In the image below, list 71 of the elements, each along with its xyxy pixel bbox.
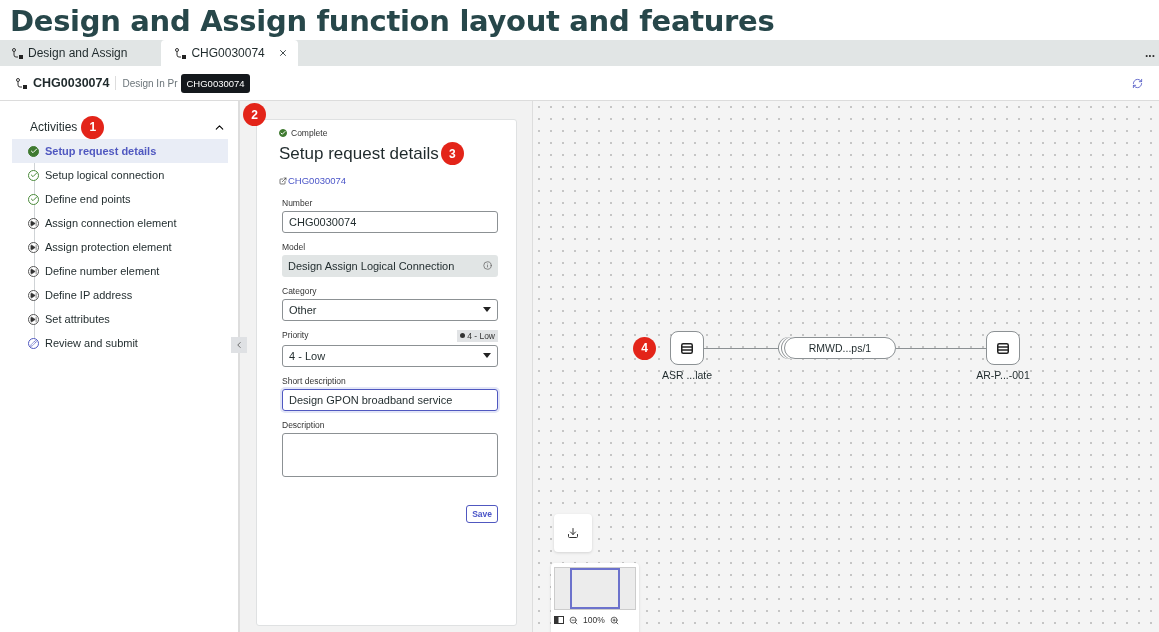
field-label: Category xyxy=(282,285,317,296)
refresh-icon[interactable] xyxy=(1132,77,1143,89)
external-link-icon xyxy=(279,176,287,185)
close-icon[interactable] xyxy=(277,48,288,58)
field-label: Short description xyxy=(282,375,346,386)
connection-icon xyxy=(16,77,27,89)
activity-item[interactable]: Review and submit xyxy=(12,331,228,355)
zoom-level: 100% xyxy=(583,615,605,625)
form-title: Setup request details xyxy=(279,143,439,164)
device-node[interactable] xyxy=(986,331,1020,365)
overflow-menu[interactable]: ... xyxy=(1145,46,1159,60)
skip-icon xyxy=(28,217,39,229)
zoom-out-icon[interactable] xyxy=(569,615,578,625)
tab[interactable]: CHG0030074 xyxy=(161,40,298,66)
activity-item[interactable]: Setup request details xyxy=(12,139,228,163)
skip-icon xyxy=(28,313,39,325)
tooltip: CHG0030074 xyxy=(181,73,250,93)
field-label: Priority xyxy=(282,329,309,342)
dropdown-caret-icon xyxy=(483,307,491,312)
field-label: Description xyxy=(282,419,325,430)
pencil-icon xyxy=(28,337,39,349)
check-icon xyxy=(28,193,39,205)
callout-badge: 3 xyxy=(440,142,464,165)
skip-icon xyxy=(28,241,39,253)
panel-toggle-icon[interactable] xyxy=(554,616,564,624)
connection-icon xyxy=(12,47,23,59)
activities-title: Activities xyxy=(30,120,78,134)
select-field[interactable]: Other xyxy=(282,298,498,321)
node-label: ASR ...late xyxy=(661,369,713,381)
record-number: CHG0030074 xyxy=(33,76,117,90)
chevron-left-icon xyxy=(234,340,244,350)
server-icon xyxy=(681,342,693,354)
node-label: AR-P...-001 xyxy=(976,369,1030,381)
text-field[interactable]: CHG0030074 xyxy=(282,210,498,233)
priority-tag: 4 - Low xyxy=(457,329,498,342)
download-icon xyxy=(567,527,579,539)
skip-icon xyxy=(28,265,39,277)
field-label: Number xyxy=(282,197,313,208)
callout-badge: 4 xyxy=(633,336,656,360)
callout-badge: 1 xyxy=(81,115,105,139)
save-button[interactable]: Save xyxy=(466,504,498,523)
connection-icon xyxy=(175,47,187,59)
dropdown-caret-icon xyxy=(483,353,491,358)
device-node[interactable] xyxy=(670,331,704,365)
status-text: Complete xyxy=(291,128,328,138)
info-icon[interactable] xyxy=(483,261,492,270)
download-button[interactable] xyxy=(554,514,592,552)
activity-item[interactable]: Set attributes xyxy=(12,307,228,331)
skip-icon xyxy=(28,289,39,301)
check-icon xyxy=(279,129,287,137)
select-field[interactable]: 4 - Low xyxy=(282,344,498,367)
readonly-field: Design Assign Logical Connection xyxy=(282,254,498,277)
check-icon xyxy=(28,145,39,157)
activity-item[interactable]: Assign connection element xyxy=(12,211,228,235)
activity-item[interactable]: Setup logical connection xyxy=(12,163,228,187)
record-link[interactable]: CHG0030074 xyxy=(279,175,347,186)
callout-badge: 2 xyxy=(243,103,266,126)
activity-item[interactable]: Define number element xyxy=(12,259,228,283)
tab[interactable]: Design and Assign xyxy=(10,40,138,66)
activity-item[interactable]: Define end points xyxy=(12,187,228,211)
field-label: Model xyxy=(282,241,306,252)
server-icon xyxy=(997,342,1009,354)
check-icon xyxy=(28,169,39,181)
page-title: Design and Assign function layout and features xyxy=(9,3,776,40)
zoom-in-icon[interactable] xyxy=(609,615,619,625)
textarea-field[interactable] xyxy=(282,432,498,477)
text-field[interactable]: Design GPON broadband service xyxy=(282,388,498,411)
minimap-viewport[interactable] xyxy=(570,568,620,609)
activity-item[interactable]: Define IP address xyxy=(12,283,228,307)
record-state: Design In Pr xyxy=(122,77,178,89)
activity-item[interactable]: Assign protection element xyxy=(12,235,228,259)
